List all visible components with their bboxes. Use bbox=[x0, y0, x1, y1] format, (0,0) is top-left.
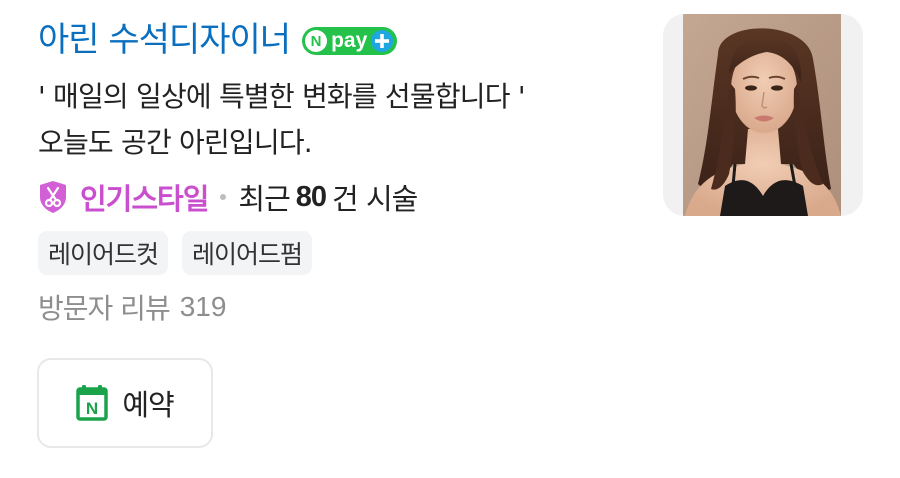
title-row: 아린 수석디자이너 N pay bbox=[38, 14, 398, 66]
recent-suffix: 건 시술 bbox=[332, 182, 418, 216]
place-card[interactable]: 아린 수석디자이너 N pay ' 매일의 일상에 특별한 변화를 선물합니다 … bbox=[0, 0, 900, 478]
popular-style-label[interactable]: 인기스타일 bbox=[80, 176, 209, 218]
description-line-1: ' 매일의 일상에 특별한 변화를 선물합니다 ' bbox=[38, 80, 526, 113]
style-tag[interactable]: 레이어드펌 bbox=[182, 231, 313, 275]
portrait-photo bbox=[663, 14, 863, 216]
reviews-count: 319 bbox=[179, 291, 227, 322]
style-tag[interactable]: 레이어드컷 bbox=[38, 231, 169, 275]
reserve-icon-letter: N bbox=[86, 399, 98, 418]
description-line-2: 오늘도 공간 아린입니다. bbox=[38, 126, 313, 159]
npay-label: pay bbox=[331, 29, 368, 52]
reserve-label: 예약 bbox=[122, 388, 174, 422]
shop-thumbnail[interactable] bbox=[663, 14, 863, 216]
separator-dot bbox=[220, 194, 227, 200]
popular-style-row: 인기스타일 최근 80 건 시술 bbox=[38, 174, 418, 220]
visitor-reviews[interactable]: 방문자 리뷰 319 bbox=[38, 284, 226, 330]
style-tags: 레이어드컷 레이어드펌 bbox=[38, 231, 313, 275]
recent-prefix: 최근 bbox=[238, 182, 290, 216]
shop-name[interactable]: 아린 수석디자이너 bbox=[38, 14, 291, 66]
reviews-label: 방문자 리뷰 bbox=[38, 292, 171, 325]
naver-calendar-icon: N bbox=[76, 385, 109, 421]
npay-badge: N pay bbox=[302, 27, 398, 55]
shop-description: ' 매일의 일상에 특별한 변화를 선물합니다 ' 오늘도 공간 아린입니다. bbox=[38, 74, 638, 166]
scissors-shield-icon bbox=[40, 181, 66, 213]
reserve-button[interactable]: N 예약 bbox=[37, 358, 213, 448]
recent-count: 80 bbox=[295, 180, 327, 213]
npay-n-icon: N bbox=[305, 30, 328, 52]
plus-icon bbox=[371, 30, 394, 52]
